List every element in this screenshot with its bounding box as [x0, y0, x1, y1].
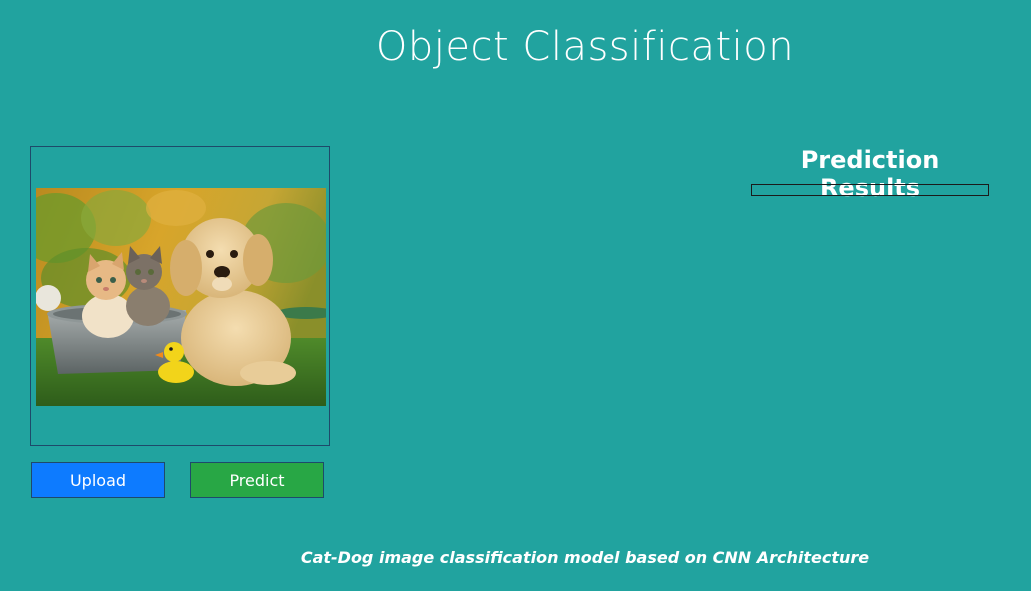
footer-caption: Cat-Dog image classification model based… — [300, 548, 870, 567]
predict-button[interactable]: Predict — [190, 462, 324, 498]
upload-button[interactable]: Upload — [31, 462, 165, 498]
preview-image — [36, 188, 326, 406]
image-preview-frame — [30, 146, 330, 446]
page-title: Object Classification — [375, 24, 795, 70]
prediction-results-box — [751, 184, 989, 196]
